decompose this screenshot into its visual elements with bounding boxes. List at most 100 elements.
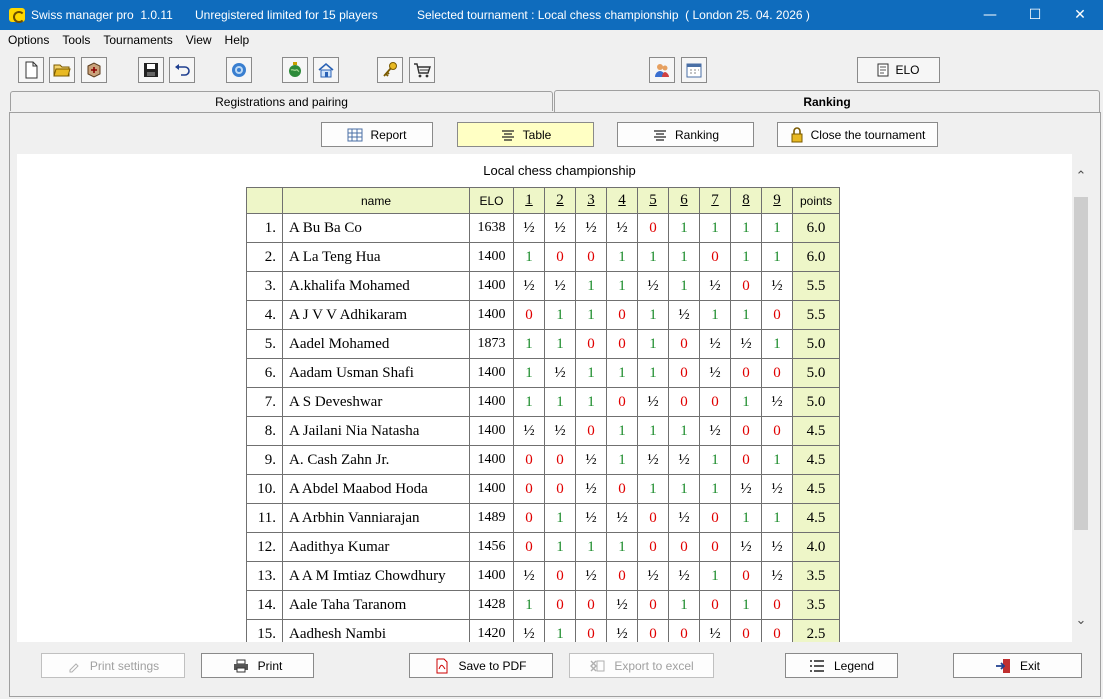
header-round-5[interactable]: 5 (637, 187, 669, 214)
menu-options[interactable]: Options (4, 33, 54, 47)
tab-ranking[interactable]: Ranking (554, 90, 1100, 112)
report-view-label: Report (370, 127, 407, 142)
close-tournament-label: Close the tournament (810, 127, 926, 142)
tab-registrations[interactable]: Registrations and pairing (10, 91, 553, 111)
ranking-view-button[interactable]: Ranking (617, 122, 754, 147)
round-result-cell: 0 (513, 300, 545, 330)
player-name-cell: Aadhesh Nambi (282, 619, 470, 642)
round-result-cell: 1 (730, 503, 762, 533)
ranking-view-label: Ranking (674, 127, 720, 142)
header-round-4[interactable]: 4 (606, 187, 638, 214)
open-folder-button[interactable] (49, 57, 75, 83)
report-view-button[interactable]: Report (321, 122, 433, 147)
header-round-8[interactable]: 8 (730, 187, 762, 214)
round-result-cell: ½ (575, 503, 607, 533)
elo-cell: 1489 (469, 503, 514, 533)
round-result-cell: 0 (575, 590, 607, 620)
round-result-cell: ½ (606, 619, 638, 642)
elo-cell: 1400 (469, 474, 514, 504)
header-round-7[interactable]: 7 (699, 187, 731, 214)
scroll-down-icon[interactable]: ⌄ (1072, 610, 1090, 630)
round-result-cell: ½ (668, 561, 700, 591)
close-tournament-button[interactable]: Close the tournament (777, 122, 938, 147)
elo-cell: 1638 (469, 213, 514, 243)
exit-label: Exit (1019, 658, 1040, 673)
round-result-cell: 0 (544, 561, 576, 591)
ranking-table: name ELO 1 2 3 4 5 6 7 8 9 points 1. A Bu… (246, 187, 840, 642)
round-result-cell: 0 (761, 416, 793, 446)
elo-cell: 1400 (469, 387, 514, 417)
scrollbar-thumb[interactable] (1074, 197, 1088, 530)
import-button[interactable] (81, 57, 107, 83)
round-result-cell: 1 (730, 300, 762, 330)
player-name-cell: A J V V Adhikaram (282, 300, 470, 330)
round-result-cell: 1 (668, 242, 700, 272)
calendar-button[interactable] (681, 57, 707, 83)
home-button[interactable] (313, 57, 339, 83)
settings-button[interactable] (226, 57, 252, 83)
globe-button[interactable] (282, 57, 308, 83)
round-result-cell: 1 (730, 387, 762, 417)
export-excel-button[interactable]: Export to excel (569, 653, 714, 678)
pdf-icon (436, 658, 448, 673)
elo-button[interactable]: ELO (857, 57, 940, 83)
header-points: points (792, 187, 840, 214)
scroll-up-icon[interactable]: ⌃ (1072, 166, 1090, 186)
round-result-cell: ½ (730, 532, 762, 562)
round-result-cell: ½ (699, 329, 731, 359)
round-result-cell: 0 (575, 242, 607, 272)
undo-icon (175, 64, 190, 76)
elo-cell: 1873 (469, 329, 514, 359)
round-result-cell: 0 (730, 445, 762, 475)
legend-button[interactable]: Legend (785, 653, 898, 678)
points-cell: 6.0 (792, 213, 840, 243)
round-result-cell: 1 (544, 503, 576, 533)
round-result-cell: 0 (699, 532, 731, 562)
rank-cell: 3. (246, 271, 283, 301)
round-result-cell: 0 (606, 474, 638, 504)
round-result-cell: 1 (730, 590, 762, 620)
round-result-cell: ½ (513, 271, 545, 301)
header-round-2[interactable]: 2 (544, 187, 576, 214)
maximize-button[interactable]: ☐ (1012, 0, 1058, 30)
points-cell: 5.0 (792, 358, 840, 388)
new-file-button[interactable] (18, 57, 44, 83)
vertical-scrollbar[interactable]: ⌃ ⌄ (1072, 154, 1090, 642)
print-settings-button[interactable]: Print settings (41, 653, 185, 678)
header-round-9[interactable]: 9 (761, 187, 793, 214)
round-result-cell: 0 (544, 242, 576, 272)
points-cell: 4.5 (792, 445, 840, 475)
undo-button[interactable] (169, 57, 195, 83)
exit-door-icon (995, 658, 1010, 673)
shop-button[interactable] (409, 57, 435, 83)
print-button[interactable]: Print (201, 653, 314, 678)
round-result-cell: ½ (637, 271, 669, 301)
key-button[interactable] (377, 57, 403, 83)
menu-tools[interactable]: Tools (58, 33, 95, 47)
ranking-lines-icon (653, 129, 666, 141)
round-result-cell: 0 (668, 329, 700, 359)
round-result-cell: 1 (575, 387, 607, 417)
excel-icon (590, 660, 605, 671)
header-round-6[interactable]: 6 (668, 187, 700, 214)
round-result-cell: ½ (637, 387, 669, 417)
header-round-1[interactable]: 1 (513, 187, 545, 214)
menu-view[interactable]: View (182, 33, 217, 47)
save-pdf-button[interactable]: Save to PDF (409, 653, 553, 678)
points-cell: 6.0 (792, 242, 840, 272)
header-round-3[interactable]: 3 (575, 187, 607, 214)
table-view-button[interactable]: Table (457, 122, 594, 147)
round-result-cell: 0 (761, 358, 793, 388)
menu-tournaments[interactable]: Tournaments (99, 33, 177, 47)
players-button[interactable] (649, 57, 675, 83)
exit-button[interactable]: Exit (953, 653, 1082, 678)
table-row: 4. A J V V Adhikaram 1400 0 1 1 0 1 ½ 1 1 0 5.5 (246, 300, 840, 330)
menu-help[interactable]: Help (221, 33, 255, 47)
round-result-cell: 0 (544, 474, 576, 504)
import-icon (87, 62, 101, 78)
rank-cell: 2. (246, 242, 283, 272)
save-button[interactable] (138, 57, 164, 83)
round-result-cell: 0 (513, 445, 545, 475)
minimize-button[interactable]: — (967, 0, 1013, 30)
close-button[interactable]: ✕ (1057, 0, 1103, 30)
